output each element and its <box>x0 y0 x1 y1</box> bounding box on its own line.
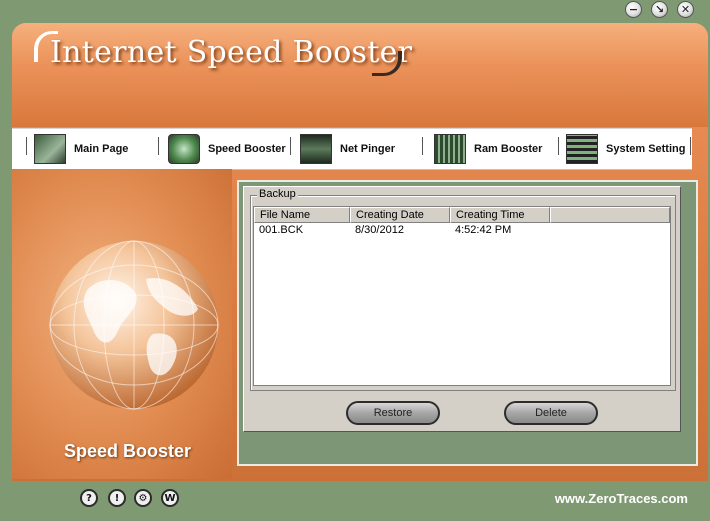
help-button[interactable]: ↘ <box>651 1 668 18</box>
ram-booster-icon <box>434 134 466 164</box>
website-link[interactable]: www.ZeroTraces.com <box>555 491 688 506</box>
main-page-icon <box>34 134 66 164</box>
nav-separator <box>158 137 159 155</box>
backup-list[interactable]: File Name Creating Date Creating Time 00… <box>253 206 671 386</box>
nav-item-label: System Setting <box>606 143 686 155</box>
nav-item-net-pinger[interactable]: Net Pinger <box>300 129 395 169</box>
speed-booster-icon <box>168 134 200 164</box>
cell-creating-time: 4:52:42 PM <box>455 224 512 236</box>
globe-icon <box>49 240 219 410</box>
column-header-creating-date[interactable]: Creating Date <box>350 207 450 223</box>
net-pinger-icon <box>300 134 332 164</box>
nav-separator <box>558 137 559 155</box>
footer: ? ! ⚙ W www.ZeroTraces.com <box>12 481 708 521</box>
table-row[interactable]: 001.BCK 8/30/2012 4:52:42 PM <box>254 223 670 238</box>
system-setting-icon <box>566 134 598 164</box>
backup-dialog: Backup File Name Creating Date Creating … <box>243 186 681 432</box>
website-icon[interactable]: W <box>161 489 179 507</box>
delete-button[interactable]: Delete <box>504 401 598 425</box>
restore-button[interactable]: Restore <box>346 401 440 425</box>
close-button[interactable]: ✕ <box>677 1 694 18</box>
logo-swoosh-icon <box>372 51 402 76</box>
group-title: Backup <box>257 188 298 200</box>
column-header-creating-time[interactable]: Creating Time <box>450 207 550 223</box>
help-icon[interactable]: ? <box>80 489 98 507</box>
header: Internet Speed Booster <box>12 23 708 127</box>
column-header-file-name[interactable]: File Name <box>254 207 350 223</box>
cell-file-name: 001.BCK <box>259 224 304 236</box>
settings-icon[interactable]: ⚙ <box>134 489 152 507</box>
nav-separator <box>26 137 27 155</box>
info-icon[interactable]: ! <box>108 489 126 507</box>
nav-item-speed-booster[interactable]: Speed Booster <box>168 129 286 169</box>
app-window: Internet Speed Booster Main Page Speed B… <box>12 23 708 521</box>
nav-item-system-setting[interactable]: System Setting <box>566 129 685 169</box>
nav-item-label: Net Pinger <box>340 143 396 155</box>
content-area: Backup File Name Creating Date Creating … <box>237 180 698 466</box>
minimize-button[interactable]: − <box>625 1 642 18</box>
nav-item-label: Ram Booster <box>474 143 543 155</box>
nav-separator <box>422 137 423 155</box>
nav-item-main-page[interactable]: Main Page <box>34 129 128 169</box>
left-panel: Speed Booster <box>12 169 232 479</box>
app-title: Internet Speed Booster <box>50 35 413 70</box>
panel-title: Speed Booster <box>64 441 192 461</box>
nav-separator <box>290 137 291 155</box>
column-header-blank <box>550 207 670 223</box>
nav-item-label: Main Page <box>74 143 129 155</box>
nav-item-label: Speed Booster <box>208 143 286 155</box>
list-header: File Name Creating Date Creating Time <box>254 207 670 223</box>
nav-separator <box>690 137 691 155</box>
nav-item-ram-booster[interactable]: Ram Booster <box>434 129 542 169</box>
cell-creating-date: 8/30/2012 <box>355 224 404 236</box>
backup-group: Backup File Name Creating Date Creating … <box>250 188 676 391</box>
nav-bar: Main Page Speed Booster Net Pinger Ram B… <box>12 128 692 170</box>
